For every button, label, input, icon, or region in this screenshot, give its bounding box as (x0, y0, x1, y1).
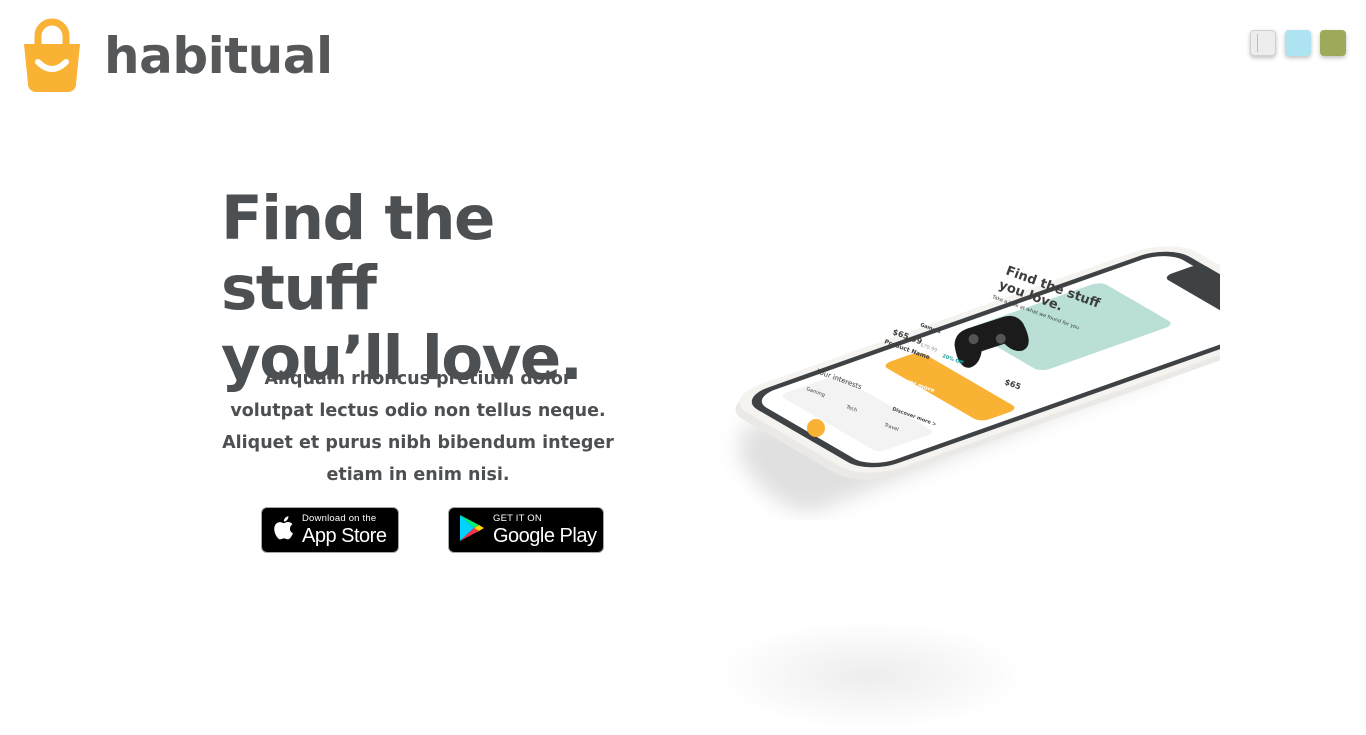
phone-mockup: Find the stuff you love. Take a look at … (700, 230, 1299, 520)
theme-swatch-olive[interactable] (1320, 30, 1346, 56)
headline-line-1: Find the stuff (221, 183, 495, 324)
theme-swatch-blue[interactable] (1285, 30, 1311, 56)
google-play-small-text: GET IT ON (493, 513, 542, 525)
app-store-big-text: App Store (302, 524, 387, 547)
google-play-big-text: Google Play (493, 524, 597, 547)
decorative-shadow (700, 615, 1040, 735)
theme-switcher (1250, 30, 1346, 56)
theme-swatch-light[interactable] (1250, 30, 1276, 56)
apple-icon (272, 515, 294, 546)
google-play-icon (459, 514, 485, 547)
app-store-button[interactable]: Download on the App Store (261, 507, 399, 553)
brand-name: habitual (104, 27, 333, 85)
phone-home-icon (807, 419, 825, 437)
hero-description: Aliquam rhoncus pretium dolor volutpat l… (222, 369, 614, 485)
shopping-bag-icon (20, 18, 84, 94)
app-store-small-text: Download on the (302, 513, 377, 525)
google-play-button[interactable]: GET IT ON Google Play (448, 507, 604, 553)
brand-logo[interactable]: habitual (20, 18, 333, 94)
